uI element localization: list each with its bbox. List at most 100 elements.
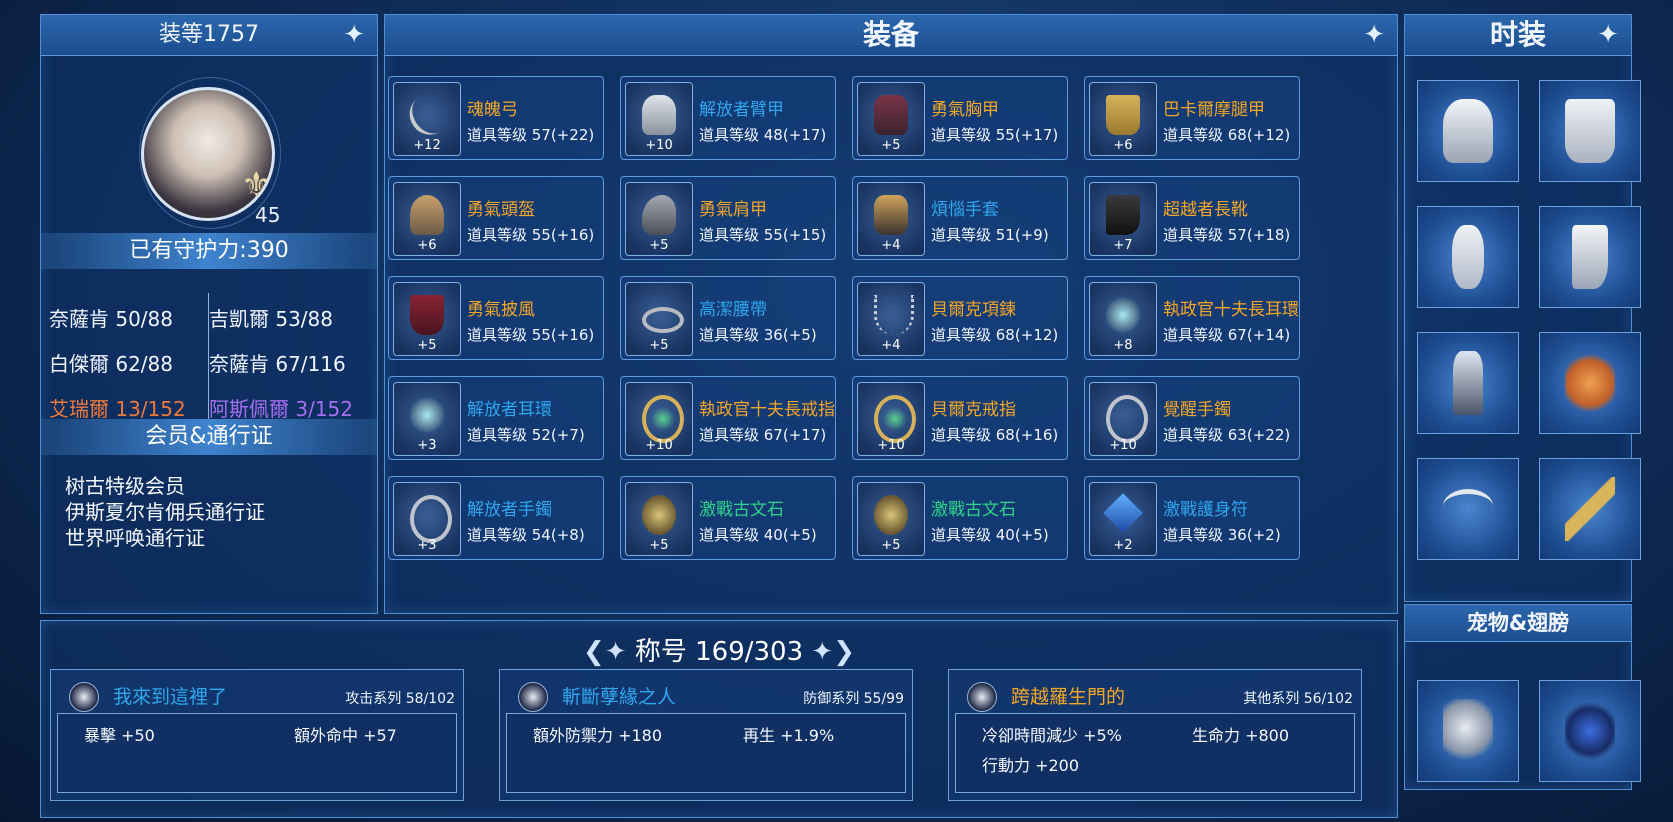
costume-companion-icon (1565, 351, 1615, 415)
membership-item: 树古特级会员 (65, 474, 185, 498)
leggings-icon (1106, 95, 1140, 135)
pet-title: 宠物&翅膀 (1466, 611, 1570, 635)
equipment-slot[interactable]: +4 貝爾克項鍊 道具等级 68(+12) (852, 276, 1068, 360)
item-name: 勇氣肩甲 (699, 200, 767, 220)
item-icon-frame: +10 (857, 382, 925, 456)
equipment-slot[interactable]: +3 解放者手鐲 道具等级 54(+8) (388, 476, 604, 560)
title-series: 防御系列 55/99 (803, 691, 904, 707)
enhance-level: +6 (1113, 138, 1133, 153)
item-name: 勇氣胸甲 (931, 100, 999, 120)
pet-slot[interactable] (1417, 680, 1519, 782)
enhance-level: +10 (645, 138, 673, 153)
amulet-icon (1103, 493, 1143, 533)
enhance-level: +8 (1113, 338, 1133, 353)
item-name: 魂魄弓 (467, 100, 518, 120)
enhance-level: +5 (649, 338, 669, 353)
equipment-slot[interactable]: +5 高潔腰帶 道具等级 36(+5) (620, 276, 836, 360)
earring-icon (1106, 295, 1140, 335)
fashion-slot[interactable] (1539, 206, 1641, 308)
guard-power: 已有守护力:390 (129, 238, 289, 263)
item-icon-frame: +10 (625, 82, 693, 156)
equipment-slot[interactable]: +6 巴卡爾摩腿甲 道具等级 68(+12) (1084, 76, 1300, 160)
equipment-slot[interactable]: +5 勇氣肩甲 道具等级 55(+15) (620, 176, 836, 260)
fashion-header: 时装 ✦ (1405, 15, 1631, 56)
equipment-slot[interactable]: +2 激戰護身符 道具等级 36(+2) (1084, 476, 1300, 560)
fashion-slot[interactable] (1417, 332, 1519, 434)
equipment-slot[interactable]: +5 勇氣披風 道具等级 55(+16) (388, 276, 604, 360)
equipment-slot[interactable]: +3 解放者耳環 道具等级 52(+7) (388, 376, 604, 460)
item-icon-frame: +4 (857, 282, 925, 356)
bow-icon (401, 87, 457, 143)
equipment-slot[interactable]: +10 貝爾克戒指 道具等级 68(+16) (852, 376, 1068, 460)
equipment-panel: 装备 ✦ +12 魂魄弓 道具等级 57(+22) +10 解放者臂甲 道具等级 48(+… (384, 14, 1398, 614)
enhance-level: +4 (881, 338, 901, 353)
item-name: 巴卡爾摩腿甲 (1163, 100, 1265, 120)
title-series: 攻击系列 58/102 (345, 691, 455, 707)
ring-icon (874, 395, 916, 443)
item-icon-frame: +2 (1089, 482, 1157, 556)
title-card[interactable]: 我來到這裡了 攻击系列 58/102 暴擊 +50 額外命中 +57 (50, 669, 464, 801)
item-name: 貝爾克戒指 (931, 400, 1016, 420)
enhance-level: +10 (877, 438, 905, 453)
title-effect: 額外命中 +57 (294, 726, 397, 745)
enhance-level: +3 (417, 438, 437, 453)
costume-pants-icon (1565, 99, 1615, 163)
title-card[interactable]: 跨越羅生門的 其他系列 56/102 冷卻時間減少 +5% 生命力 +800 行動力 +… (948, 669, 1362, 801)
item-icon-frame: +3 (393, 482, 461, 556)
item-name: 貝爾克項鍊 (931, 300, 1016, 320)
fashion-slot[interactable] (1539, 458, 1641, 560)
enhance-level: +3 (417, 538, 437, 553)
fashion-slot[interactable] (1417, 80, 1519, 182)
fashion-panel: 时装 ✦ (1404, 14, 1641, 602)
item-icon-frame: +10 (1089, 382, 1157, 456)
arrow-left-icon[interactable]: ❮✦ (583, 637, 627, 667)
arrow-right-icon[interactable]: ✦❯ (811, 637, 855, 667)
equipment-slot[interactable]: +8 執政官十夫長耳環 道具等级 67(+14) (1084, 276, 1300, 360)
item-name: 激戰古文石 (931, 500, 1016, 520)
titles-count: 称号 169/303 (634, 637, 804, 667)
character-panel: 装等1757 ✦ ⚜ 45 已有守护力:390 奈薩肯 50/88 吉凱爾 53/… (40, 14, 378, 614)
boots-icon (1106, 195, 1140, 235)
stat-value: 白傑爾 62/88 (49, 352, 173, 376)
item-name: 高潔腰帶 (699, 300, 767, 320)
fashion-slot[interactable] (1539, 332, 1641, 434)
fashion-slot[interactable] (1417, 458, 1519, 560)
bracer-icon (642, 95, 676, 135)
enhance-level: +5 (881, 138, 901, 153)
chestplate-icon (874, 95, 908, 135)
sparkle-icon: ✦ (1363, 20, 1385, 50)
title-effects-box: 冷卻時間減少 +5% 生命力 +800 行動力 +200 (955, 713, 1355, 793)
enhance-level: +2 (1113, 538, 1133, 553)
equipment-slot[interactable]: +10 執政官十夫長戒指 道具等级 67(+17) (620, 376, 836, 460)
equipment-slot[interactable]: +6 勇氣頭盔 道具等级 55(+16) (388, 176, 604, 260)
equipment-slot[interactable]: +12 魂魄弓 道具等级 57(+22) (388, 76, 604, 160)
item-level: 道具等级 54(+8) (467, 526, 585, 544)
costume-tiara-icon (1443, 489, 1493, 524)
equipment-slot[interactable]: +5 勇氣胸甲 道具等级 55(+17) (852, 76, 1068, 160)
necklace-icon (874, 295, 914, 335)
item-name: 覺醒手鐲 (1163, 400, 1231, 420)
equipment-slot[interactable]: +5 激戰古文石 道具等级 40(+5) (852, 476, 1068, 560)
stat-value: 奈薩肯 67/116 (209, 352, 346, 376)
runestone-icon (874, 495, 908, 535)
costume-boots-icon (1572, 225, 1608, 289)
bracelet-icon (1106, 395, 1148, 443)
equipment-slot[interactable]: +5 激戰古文石 道具等级 40(+5) (620, 476, 836, 560)
fashion-slot[interactable] (1539, 80, 1641, 182)
fashion-slot[interactable] (1417, 206, 1519, 308)
bracelet-icon (410, 495, 452, 543)
item-level: 道具等级 55(+16) (467, 326, 595, 344)
enhance-level: +7 (1113, 238, 1133, 253)
item-level: 道具等级 55(+16) (467, 226, 595, 244)
equipment-title: 装备 (862, 18, 919, 51)
item-icon-frame: +5 (393, 282, 461, 356)
equipment-slot[interactable]: +10 覺醒手鐲 道具等级 63(+22) (1084, 376, 1300, 460)
title-card[interactable]: 斬斷孽緣之人 防御系列 55/99 額外防禦力 +180 再生 +1.9% (499, 669, 913, 801)
pet-dragon-icon (1443, 699, 1493, 763)
runestone-icon (642, 495, 676, 535)
stat-value: 吉凱爾 53/88 (209, 307, 333, 331)
equipment-slot[interactable]: +7 超越者長靴 道具等级 57(+18) (1084, 176, 1300, 260)
equipment-slot[interactable]: +10 解放者臂甲 道具等级 48(+17) (620, 76, 836, 160)
pet-slot[interactable] (1539, 680, 1641, 782)
equipment-slot[interactable]: +4 煩惱手套 道具等级 51(+9) (852, 176, 1068, 260)
